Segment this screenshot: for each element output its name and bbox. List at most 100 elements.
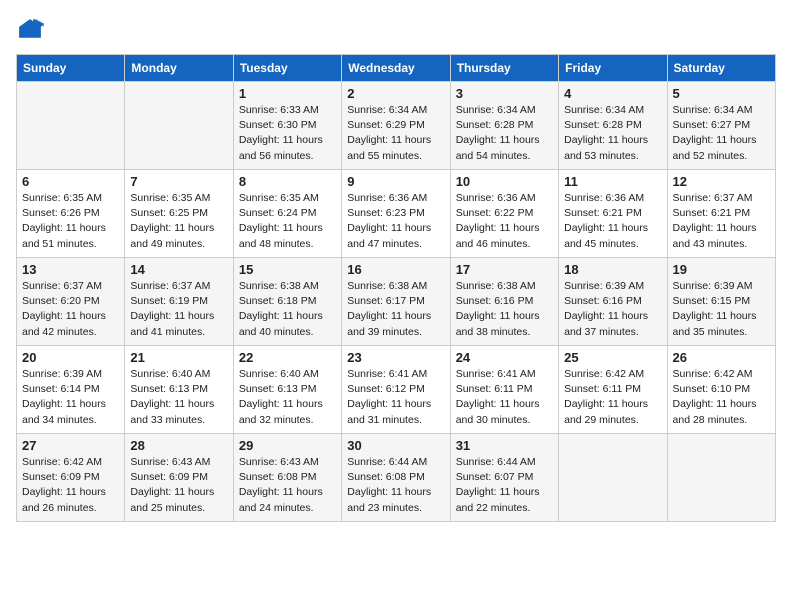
day-number: 10	[456, 174, 553, 189]
day-number: 2	[347, 86, 444, 101]
header-cell-thursday: Thursday	[450, 55, 558, 82]
day-info: Sunrise: 6:42 AM Sunset: 6:09 PM Dayligh…	[22, 455, 119, 516]
day-cell	[667, 434, 775, 522]
day-number: 4	[564, 86, 661, 101]
day-cell: 13 Sunrise: 6:37 AM Sunset: 6:20 PM Dayli…	[17, 258, 125, 346]
day-cell: 30 Sunrise: 6:44 AM Sunset: 6:08 PM Dayli…	[342, 434, 450, 522]
day-cell: 7 Sunrise: 6:35 AM Sunset: 6:25 PM Daylig…	[125, 170, 233, 258]
day-cell: 24 Sunrise: 6:41 AM Sunset: 6:11 PM Dayli…	[450, 346, 558, 434]
day-number: 31	[456, 438, 553, 453]
day-cell: 14 Sunrise: 6:37 AM Sunset: 6:19 PM Dayli…	[125, 258, 233, 346]
day-cell: 26 Sunrise: 6:42 AM Sunset: 6:10 PM Dayli…	[667, 346, 775, 434]
day-cell	[125, 82, 233, 170]
day-number: 21	[130, 350, 227, 365]
day-info: Sunrise: 6:36 AM Sunset: 6:21 PM Dayligh…	[564, 191, 661, 252]
day-cell: 18 Sunrise: 6:39 AM Sunset: 6:16 PM Dayli…	[559, 258, 667, 346]
day-number: 6	[22, 174, 119, 189]
day-number: 8	[239, 174, 336, 189]
day-cell: 15 Sunrise: 6:38 AM Sunset: 6:18 PM Dayli…	[233, 258, 341, 346]
day-info: Sunrise: 6:33 AM Sunset: 6:30 PM Dayligh…	[239, 103, 336, 164]
day-number: 26	[673, 350, 770, 365]
header	[16, 16, 776, 44]
day-cell: 23 Sunrise: 6:41 AM Sunset: 6:12 PM Dayli…	[342, 346, 450, 434]
day-cell: 29 Sunrise: 6:43 AM Sunset: 6:08 PM Dayli…	[233, 434, 341, 522]
day-number: 7	[130, 174, 227, 189]
day-info: Sunrise: 6:40 AM Sunset: 6:13 PM Dayligh…	[239, 367, 336, 428]
day-info: Sunrise: 6:43 AM Sunset: 6:09 PM Dayligh…	[130, 455, 227, 516]
day-info: Sunrise: 6:42 AM Sunset: 6:11 PM Dayligh…	[564, 367, 661, 428]
calendar-table: SundayMondayTuesdayWednesdayThursdayFrid…	[16, 54, 776, 522]
page: SundayMondayTuesdayWednesdayThursdayFrid…	[0, 0, 792, 612]
day-cell	[559, 434, 667, 522]
header-cell-tuesday: Tuesday	[233, 55, 341, 82]
header-row: SundayMondayTuesdayWednesdayThursdayFrid…	[17, 55, 776, 82]
day-cell: 9 Sunrise: 6:36 AM Sunset: 6:23 PM Daylig…	[342, 170, 450, 258]
day-info: Sunrise: 6:44 AM Sunset: 6:08 PM Dayligh…	[347, 455, 444, 516]
day-number: 5	[673, 86, 770, 101]
day-cell: 3Sunrise: 6:34 AM Sunset: 6:28 PM Daylig…	[450, 82, 558, 170]
header-cell-sunday: Sunday	[17, 55, 125, 82]
logo	[16, 16, 48, 44]
day-number: 16	[347, 262, 444, 277]
week-row-2: 13 Sunrise: 6:37 AM Sunset: 6:20 PM Dayli…	[17, 258, 776, 346]
day-info: Sunrise: 6:37 AM Sunset: 6:20 PM Dayligh…	[22, 279, 119, 340]
day-info: Sunrise: 6:42 AM Sunset: 6:10 PM Dayligh…	[673, 367, 770, 428]
day-cell: 21 Sunrise: 6:40 AM Sunset: 6:13 PM Dayli…	[125, 346, 233, 434]
day-info: Sunrise: 6:35 AM Sunset: 6:25 PM Dayligh…	[130, 191, 227, 252]
day-number: 1	[239, 86, 336, 101]
day-cell: 2 Sunrise: 6:34 AM Sunset: 6:29 PM Daylig…	[342, 82, 450, 170]
day-info: Sunrise: 6:39 AM Sunset: 6:16 PM Dayligh…	[564, 279, 661, 340]
day-number: 24	[456, 350, 553, 365]
day-cell: 10 Sunrise: 6:36 AM Sunset: 6:22 PM Dayli…	[450, 170, 558, 258]
day-info: Sunrise: 6:43 AM Sunset: 6:08 PM Dayligh…	[239, 455, 336, 516]
day-number: 9	[347, 174, 444, 189]
day-number: 23	[347, 350, 444, 365]
day-info: Sunrise: 6:44 AM Sunset: 6:07 PM Dayligh…	[456, 455, 553, 516]
day-cell: 5 Sunrise: 6:34 AM Sunset: 6:27 PM Daylig…	[667, 82, 775, 170]
day-number: 30	[347, 438, 444, 453]
day-cell: 22Sunrise: 6:40 AM Sunset: 6:13 PM Dayli…	[233, 346, 341, 434]
day-number: 15	[239, 262, 336, 277]
day-info: Sunrise: 6:39 AM Sunset: 6:14 PM Dayligh…	[22, 367, 119, 428]
header-cell-wednesday: Wednesday	[342, 55, 450, 82]
day-info: Sunrise: 6:36 AM Sunset: 6:22 PM Dayligh…	[456, 191, 553, 252]
day-cell: 19Sunrise: 6:39 AM Sunset: 6:15 PM Dayli…	[667, 258, 775, 346]
day-cell: 1 Sunrise: 6:33 AM Sunset: 6:30 PM Daylig…	[233, 82, 341, 170]
week-row-4: 27 Sunrise: 6:42 AM Sunset: 6:09 PM Dayli…	[17, 434, 776, 522]
day-number: 17	[456, 262, 553, 277]
day-info: Sunrise: 6:40 AM Sunset: 6:13 PM Dayligh…	[130, 367, 227, 428]
week-row-1: 6 Sunrise: 6:35 AM Sunset: 6:26 PM Daylig…	[17, 170, 776, 258]
day-cell: 12 Sunrise: 6:37 AM Sunset: 6:21 PM Dayli…	[667, 170, 775, 258]
day-info: Sunrise: 6:35 AM Sunset: 6:24 PM Dayligh…	[239, 191, 336, 252]
day-cell	[17, 82, 125, 170]
week-row-3: 20Sunrise: 6:39 AM Sunset: 6:14 PM Dayli…	[17, 346, 776, 434]
day-info: Sunrise: 6:35 AM Sunset: 6:26 PM Dayligh…	[22, 191, 119, 252]
logo-icon	[16, 16, 44, 44]
day-cell: 16Sunrise: 6:38 AM Sunset: 6:17 PM Dayli…	[342, 258, 450, 346]
day-cell: 20Sunrise: 6:39 AM Sunset: 6:14 PM Dayli…	[17, 346, 125, 434]
day-number: 14	[130, 262, 227, 277]
day-info: Sunrise: 6:34 AM Sunset: 6:29 PM Dayligh…	[347, 103, 444, 164]
day-number: 13	[22, 262, 119, 277]
day-info: Sunrise: 6:41 AM Sunset: 6:12 PM Dayligh…	[347, 367, 444, 428]
day-info: Sunrise: 6:38 AM Sunset: 6:18 PM Dayligh…	[239, 279, 336, 340]
header-cell-monday: Monday	[125, 55, 233, 82]
day-cell: 28 Sunrise: 6:43 AM Sunset: 6:09 PM Dayli…	[125, 434, 233, 522]
day-info: Sunrise: 6:39 AM Sunset: 6:15 PM Dayligh…	[673, 279, 770, 340]
day-cell: 25Sunrise: 6:42 AM Sunset: 6:11 PM Dayli…	[559, 346, 667, 434]
day-info: Sunrise: 6:41 AM Sunset: 6:11 PM Dayligh…	[456, 367, 553, 428]
day-info: Sunrise: 6:37 AM Sunset: 6:21 PM Dayligh…	[673, 191, 770, 252]
day-number: 28	[130, 438, 227, 453]
day-info: Sunrise: 6:37 AM Sunset: 6:19 PM Dayligh…	[130, 279, 227, 340]
day-info: Sunrise: 6:34 AM Sunset: 6:28 PM Dayligh…	[456, 103, 553, 164]
day-number: 27	[22, 438, 119, 453]
week-row-0: 1 Sunrise: 6:33 AM Sunset: 6:30 PM Daylig…	[17, 82, 776, 170]
day-info: Sunrise: 6:36 AM Sunset: 6:23 PM Dayligh…	[347, 191, 444, 252]
day-info: Sunrise: 6:34 AM Sunset: 6:27 PM Dayligh…	[673, 103, 770, 164]
day-cell: 31 Sunrise: 6:44 AM Sunset: 6:07 PM Dayli…	[450, 434, 558, 522]
day-number: 18	[564, 262, 661, 277]
day-number: 29	[239, 438, 336, 453]
day-number: 12	[673, 174, 770, 189]
header-cell-friday: Friday	[559, 55, 667, 82]
day-info: Sunrise: 6:34 AM Sunset: 6:28 PM Dayligh…	[564, 103, 661, 164]
